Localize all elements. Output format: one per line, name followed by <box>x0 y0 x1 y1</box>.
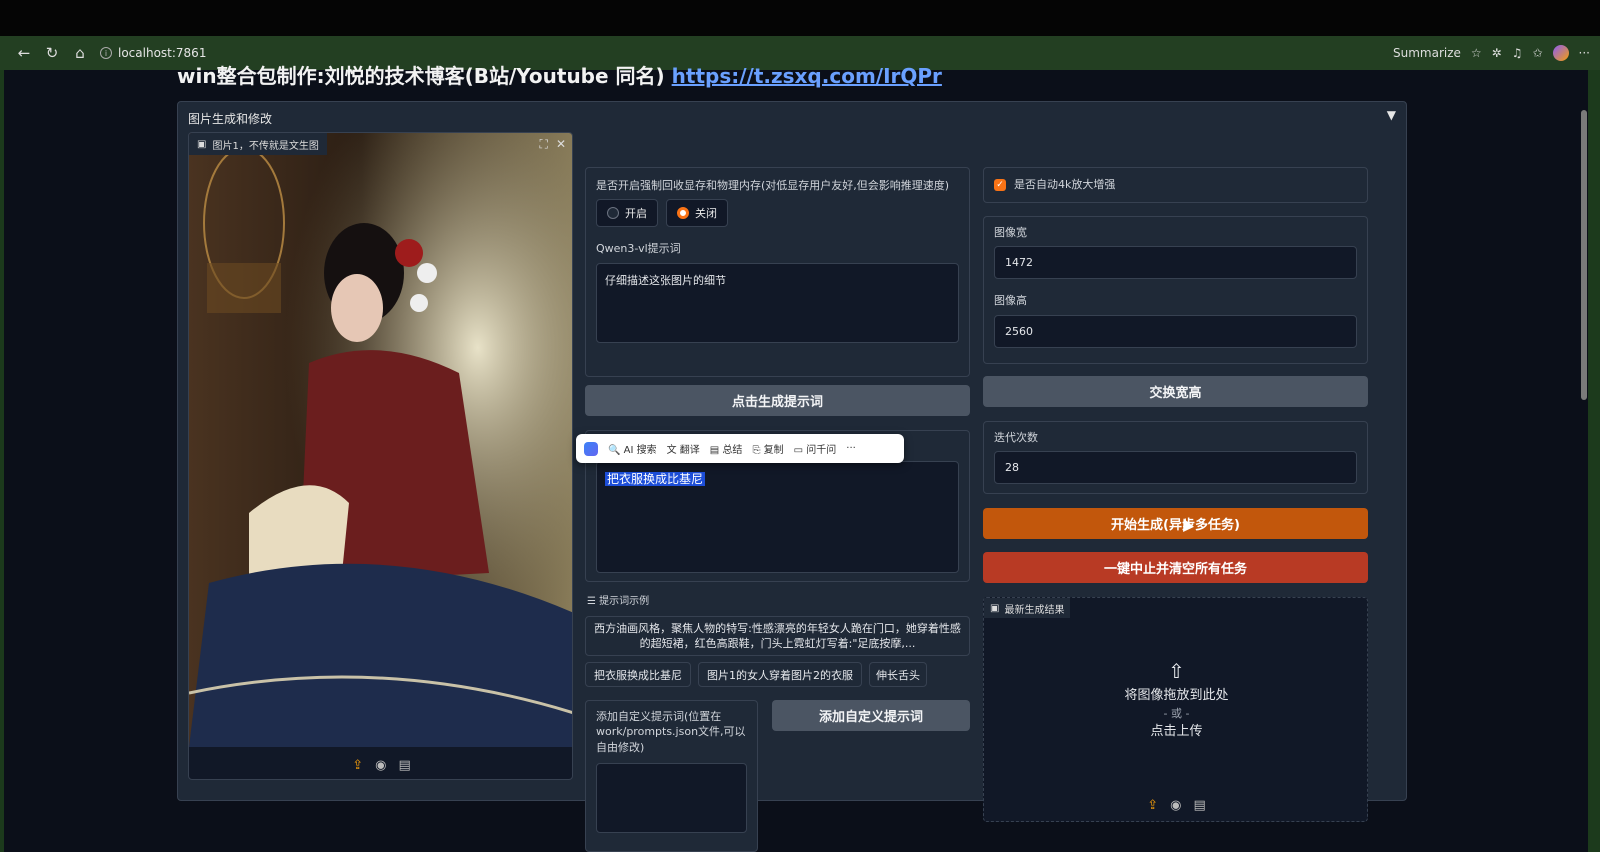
webcam-icon[interactable]: ◉ <box>1170 798 1181 813</box>
generate-prompt-button[interactable]: 点击生成提示词 <box>585 385 970 416</box>
size-block: 图像宽 1472 图像高 2560 <box>983 216 1368 364</box>
panel-title[interactable]: 图片生成和修改 <box>188 110 272 127</box>
more-icon[interactable]: ··· <box>1579 46 1590 60</box>
copy-button[interactable]: ⎘ 复制 <box>752 441 783 456</box>
music-icon[interactable]: ♫ <box>1512 46 1523 60</box>
upscale-label: 是否自动4k放大增强 <box>1014 178 1116 192</box>
width-input[interactable]: 1472 <box>994 246 1357 280</box>
os-top-band <box>0 0 1600 36</box>
collapse-toggle-icon[interactable]: ▼ <box>1387 108 1396 122</box>
qwen-label: Qwen3-vl提示词 <box>596 242 681 256</box>
add-custom-prompt-button[interactable]: 添加自定义提示词 <box>772 700 970 731</box>
upscale-block: ✓ 是否自动4k放大增强 <box>983 167 1368 203</box>
prompt-textarea[interactable]: 把衣服换成比基尼 <box>596 461 959 573</box>
upload-icon[interactable]: ⇪ <box>1147 798 1158 813</box>
height-label: 图像高 <box>994 294 1027 308</box>
image-input[interactable]: ▣ 图片1，不传就是文生图 ⛶ ✕ ⇪ ◉ ▤ <box>188 132 573 780</box>
radio-dot-selected <box>677 207 689 220</box>
image-source-bar: ⇪ ◉ ▤ <box>189 749 572 779</box>
star-icon[interactable]: ☆ <box>1471 46 1482 60</box>
summary-button[interactable]: ▤ 总结 <box>710 441 743 456</box>
or-text: - 或 - <box>1163 706 1190 720</box>
close-icon[interactable]: ✕ <box>556 137 566 152</box>
image-label: ▣ 图片1，不传就是文生图 <box>189 133 327 155</box>
example-chip-bikini[interactable]: 把衣服换成比基尼 <box>585 662 691 687</box>
puzzle-icon[interactable]: ✲ <box>1492 46 1502 60</box>
memory-radio-group: 开启 关闭 <box>596 199 959 228</box>
selected-prompt-text: 把衣服换成比基尼 <box>605 472 706 486</box>
image-tools: ⛶ ✕ <box>540 137 566 152</box>
result-upload-area[interactable]: ▣ 最新生成结果 ⇧ 将图像拖放到此处 - 或 - 点击上传 ⇪ ◉ ▤ <box>983 597 1368 822</box>
summarize-button[interactable]: Summarize <box>1393 46 1461 60</box>
swap-size-button[interactable]: 交换宽高 <box>983 376 1368 407</box>
reload-icon[interactable]: ↻ <box>38 39 66 67</box>
upload-arrow-icon: ⇧ <box>1168 659 1185 683</box>
radio-off[interactable]: 关闭 <box>666 199 728 228</box>
example-chip-swap-clothes[interactable]: 图片1的女人穿着图片2的衣服 <box>698 662 862 687</box>
ai-search-button[interactable]: 🔍 AI 搜索 <box>608 441 657 456</box>
qwen-prompt-textarea[interactable]: 仔细描述这张图片的细节 <box>596 262 959 343</box>
info-icon[interactable]: i <box>100 47 112 59</box>
examples-label: ☰ 提示词示例 <box>587 596 650 607</box>
favorites-icon[interactable]: ✩ <box>1532 46 1542 60</box>
result-source-bar: ⇪ ◉ ▤ <box>984 798 1369 813</box>
example-long-chip[interactable]: 西方油画风格，聚焦人物的特写:性感漂亮的年轻女人跪在门口，她穿着性感的超短裙，红… <box>585 616 970 656</box>
home-icon[interactable]: ⌂ <box>66 39 94 67</box>
drop-zone[interactable]: ⇧ 将图像拖放到此处 - 或 - 点击上传 <box>984 656 1369 742</box>
ask-qianwen-button[interactable]: ▭ 问千问 <box>794 441 837 456</box>
height-input[interactable]: 2560 <box>994 314 1357 348</box>
example-chip-tongue[interactable]: 伸长舌头 <box>869 662 927 687</box>
fullscreen-icon[interactable]: ⛶ <box>540 137 548 152</box>
stop-all-button[interactable]: 一键中止并清空所有任务 <box>983 552 1368 583</box>
steps-label: 迭代次数 <box>994 431 1038 444</box>
click-upload-text: 点击上传 <box>1150 724 1203 739</box>
scrollbar-thumb[interactable] <box>1581 110 1587 400</box>
more-options-button[interactable]: ··· <box>846 443 856 454</box>
back-icon[interactable]: ← <box>10 39 38 67</box>
url-text: localhost:7861 <box>118 46 207 60</box>
avatar[interactable] <box>1552 45 1569 61</box>
memory-option-label: 是否开启强制回收显存和物理内存(对低显存用户友好,但会影响推理速度) <box>596 179 950 192</box>
zsxq-link[interactable]: https://t.zsxq.com/IrQPr <box>672 64 942 88</box>
steps-block: 迭代次数 28 <box>983 421 1368 494</box>
uploaded-photo <box>189 133 572 747</box>
upload-icon[interactable]: ⇪ <box>352 758 363 773</box>
address-bar[interactable]: i localhost:7861 <box>100 46 206 60</box>
image-icon: ▣ <box>990 602 1000 614</box>
clipboard-icon[interactable]: ▤ <box>398 758 410 773</box>
upscale-checkbox[interactable]: ✓ <box>994 179 1006 191</box>
custom-prompt-block: 添加自定义提示词(位置在work/prompts.json文件,可以自由修改) <box>585 700 758 852</box>
translate-button[interactable]: 文 翻译 <box>667 441 700 456</box>
radio-on[interactable]: 开启 <box>596 199 658 228</box>
custom-prompt-label: 添加自定义提示词(位置在work/prompts.json文件,可以自由修改) <box>596 710 746 754</box>
webcam-icon[interactable]: ◉ <box>375 758 386 773</box>
start-generation-button[interactable]: 开始生成(异步多任务) <box>983 508 1368 539</box>
ai-logo-icon[interactable] <box>584 441 598 456</box>
custom-prompt-textarea[interactable] <box>596 763 747 834</box>
page-title: win整合包制作:刘悦的技术博客(B站/Youtube 同名) https://… <box>177 64 942 88</box>
radio-dot <box>607 207 619 220</box>
width-label: 图像宽 <box>994 226 1027 239</box>
drop-text: 将图像拖放到此处 <box>1124 688 1229 703</box>
clipboard-icon[interactable]: ▤ <box>1193 798 1205 813</box>
steps-input[interactable]: 28 <box>994 451 1357 485</box>
floating-ai-toolbar: 🔍 AI 搜索 文 翻译 ▤ 总结 ⎘ 复制 ▭ 问千问 ··· <box>576 434 904 463</box>
result-label: ▣ 最新生成结果 <box>984 598 1071 618</box>
image-icon: ▣ <box>197 138 207 150</box>
memory-option-block: 是否开启强制回收显存和物理内存(对低显存用户友好,但会影响推理速度) 开启 关闭… <box>585 167 970 377</box>
